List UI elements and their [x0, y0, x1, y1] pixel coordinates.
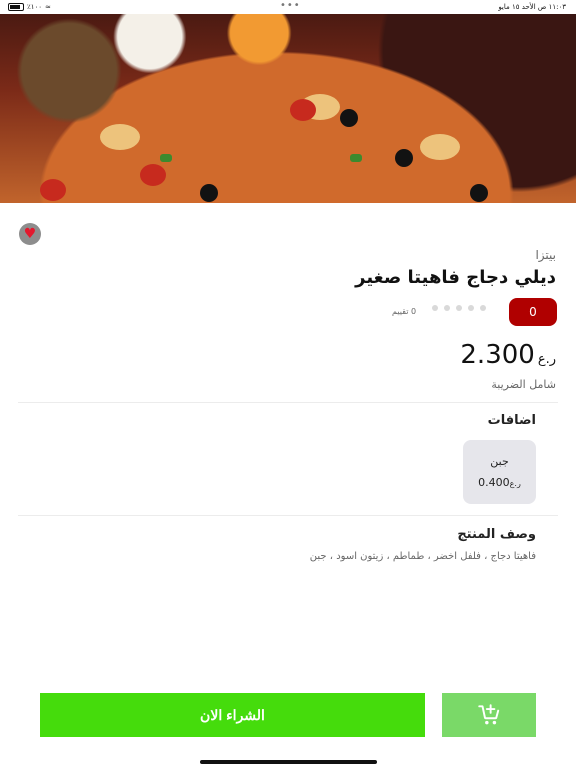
olive-topping	[200, 184, 218, 202]
olive-topping	[340, 109, 358, 127]
product-title: ديلي دجاج فاهيتا صغير	[355, 267, 556, 288]
buy-now-button[interactable]: الشراء الان	[40, 693, 425, 737]
reviews-count: 0 تقييم	[392, 307, 417, 316]
cheese-topping	[420, 134, 460, 160]
pepper-topping	[160, 154, 172, 162]
star-icon	[432, 305, 438, 311]
star-icon	[468, 305, 474, 311]
product-price: 2.300 ر.ع	[460, 340, 556, 370]
olive-topping	[395, 149, 413, 167]
description-title: وصف المنتج	[457, 527, 536, 542]
status-bar: ٪١٠٠ ≈ ••• ١١:٠٣ ص الأحد ١٥ مايو	[0, 0, 576, 14]
addons-title: اضافات	[487, 413, 536, 428]
tomato-topping	[290, 99, 316, 121]
product-category: بيتزا	[535, 248, 556, 262]
heart-icon: ♥	[23, 226, 37, 242]
rating-badge: 0	[509, 298, 557, 326]
pepper-topping	[350, 154, 362, 162]
addon-item[interactable]: جبن ر.ع0.400	[463, 440, 536, 504]
home-indicator[interactable]	[200, 760, 377, 764]
multitask-dots-icon[interactable]: •••	[280, 0, 301, 11]
status-time: ١١:٠٣ ص الأحد ١٥ مايو	[498, 3, 566, 11]
addon-name: جبن	[490, 455, 509, 468]
add-to-cart-button[interactable]	[442, 693, 536, 737]
favorite-button[interactable]: ♥	[19, 223, 41, 245]
star-icon	[480, 305, 486, 311]
star-icon	[456, 305, 462, 311]
battery-indicator: ٪١٠٠ ≈	[8, 3, 51, 11]
price-value: 2.300	[460, 340, 535, 370]
wifi-icon: ≈	[45, 3, 51, 11]
product-image	[0, 14, 576, 203]
rating-stars	[432, 305, 486, 311]
description-text: فاهيتا دجاج ، فلفل اخضر ، طماطم ، زيتون …	[309, 551, 536, 562]
divider	[18, 402, 558, 403]
star-icon	[444, 305, 450, 311]
cheese-topping	[100, 124, 140, 150]
battery-percent: ٪١٠٠	[27, 3, 43, 11]
addon-price: ر.ع0.400	[463, 476, 536, 489]
add-to-cart-icon	[478, 704, 500, 725]
divider	[18, 515, 558, 516]
tomato-topping	[140, 164, 166, 186]
battery-icon	[8, 3, 24, 11]
tomato-topping	[40, 179, 66, 201]
tax-note: شامل الضريبة	[491, 378, 556, 391]
addon-currency: ر.ع	[509, 479, 521, 488]
addon-price-value: 0.400	[478, 476, 510, 489]
olive-topping	[470, 184, 488, 202]
price-currency: ر.ع	[537, 352, 556, 367]
